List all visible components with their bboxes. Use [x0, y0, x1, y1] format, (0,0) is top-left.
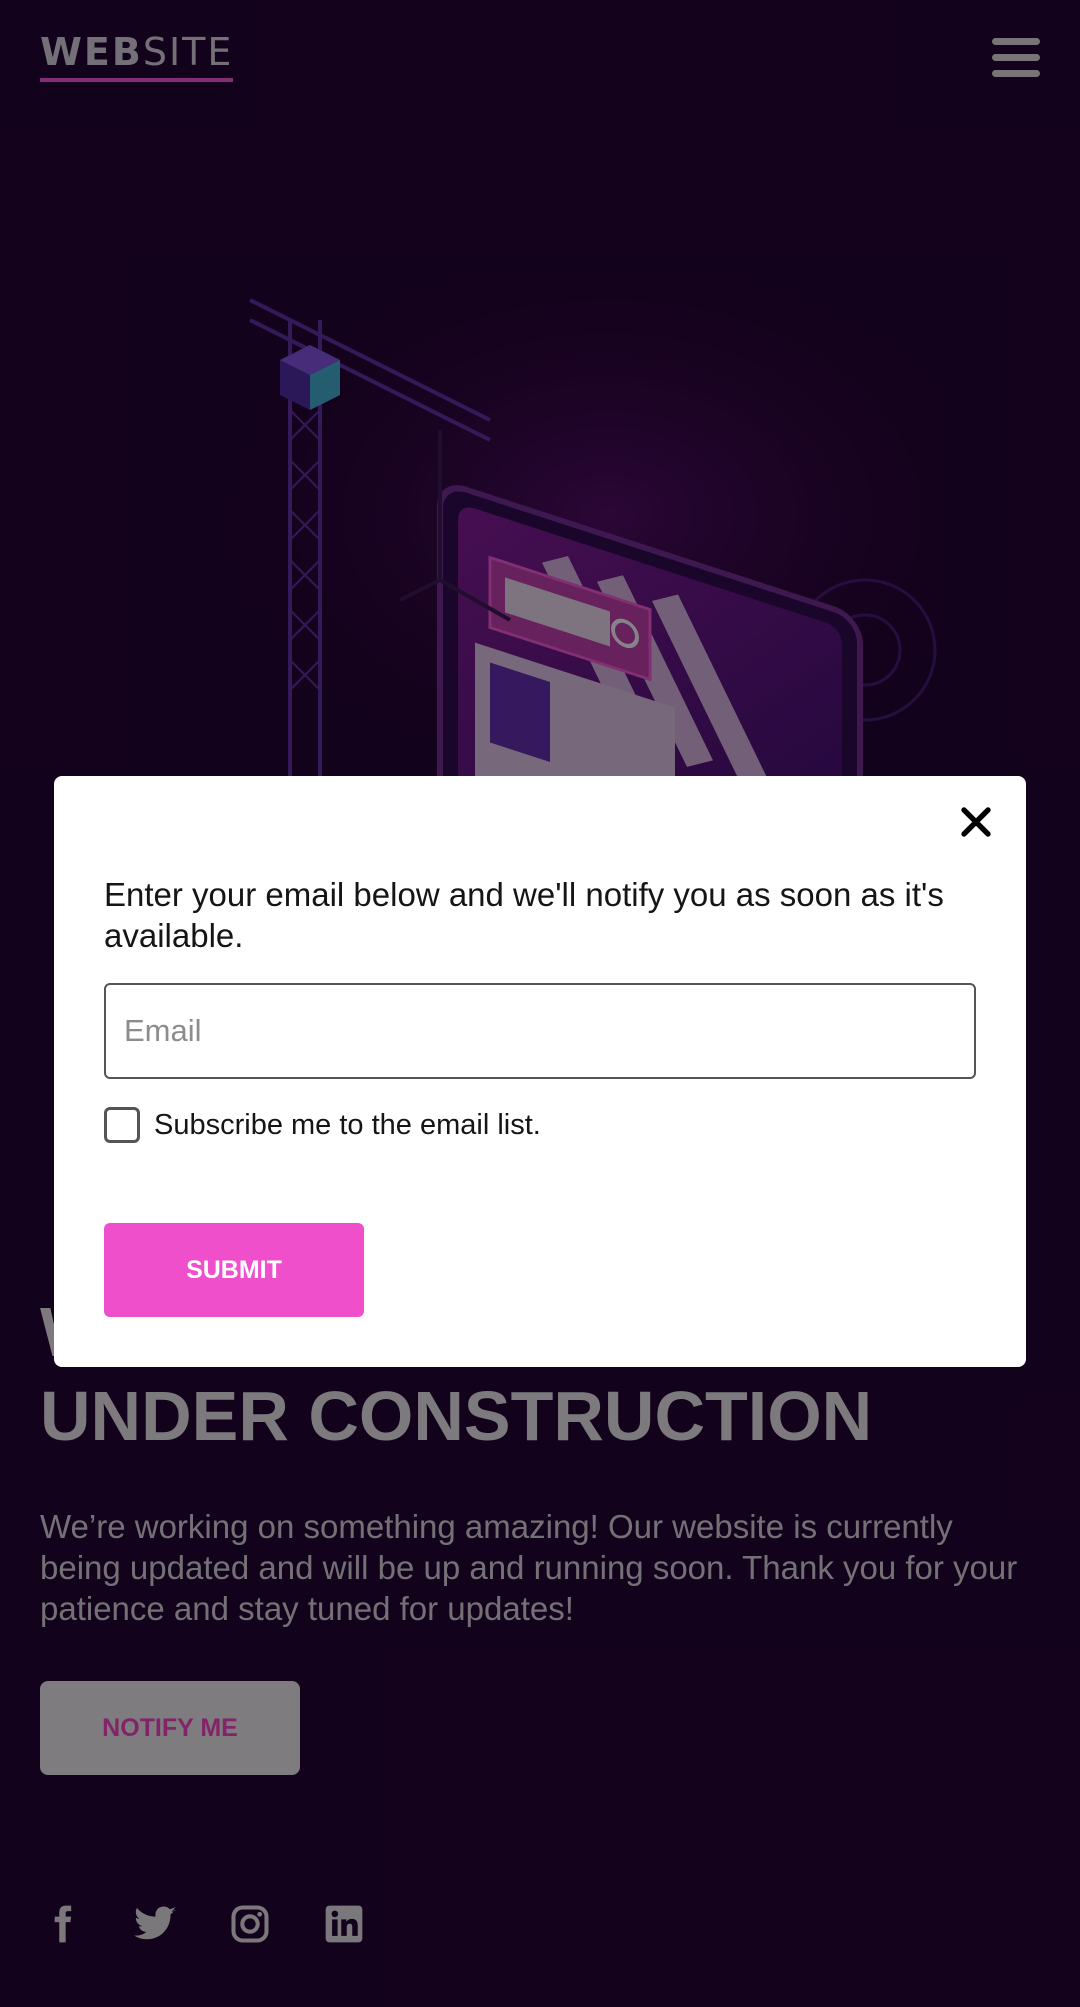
subscribe-row: Subscribe me to the email list. — [104, 1107, 541, 1143]
modal-message: Enter your email below and we'll notify … — [104, 876, 944, 954]
close-icon[interactable] — [958, 804, 994, 840]
submit-button[interactable]: SUBMIT — [104, 1223, 364, 1317]
subscribe-label[interactable]: Subscribe me to the email list. — [154, 1109, 541, 1142]
page: WEBSITE UNDER CONSTRUCTION We’re working… — [0, 0, 1080, 2007]
subscribe-checkbox[interactable] — [104, 1107, 140, 1143]
email-input[interactable] — [104, 983, 976, 1079]
notify-modal: Enter your email below and we'll notify … — [54, 776, 1026, 1367]
